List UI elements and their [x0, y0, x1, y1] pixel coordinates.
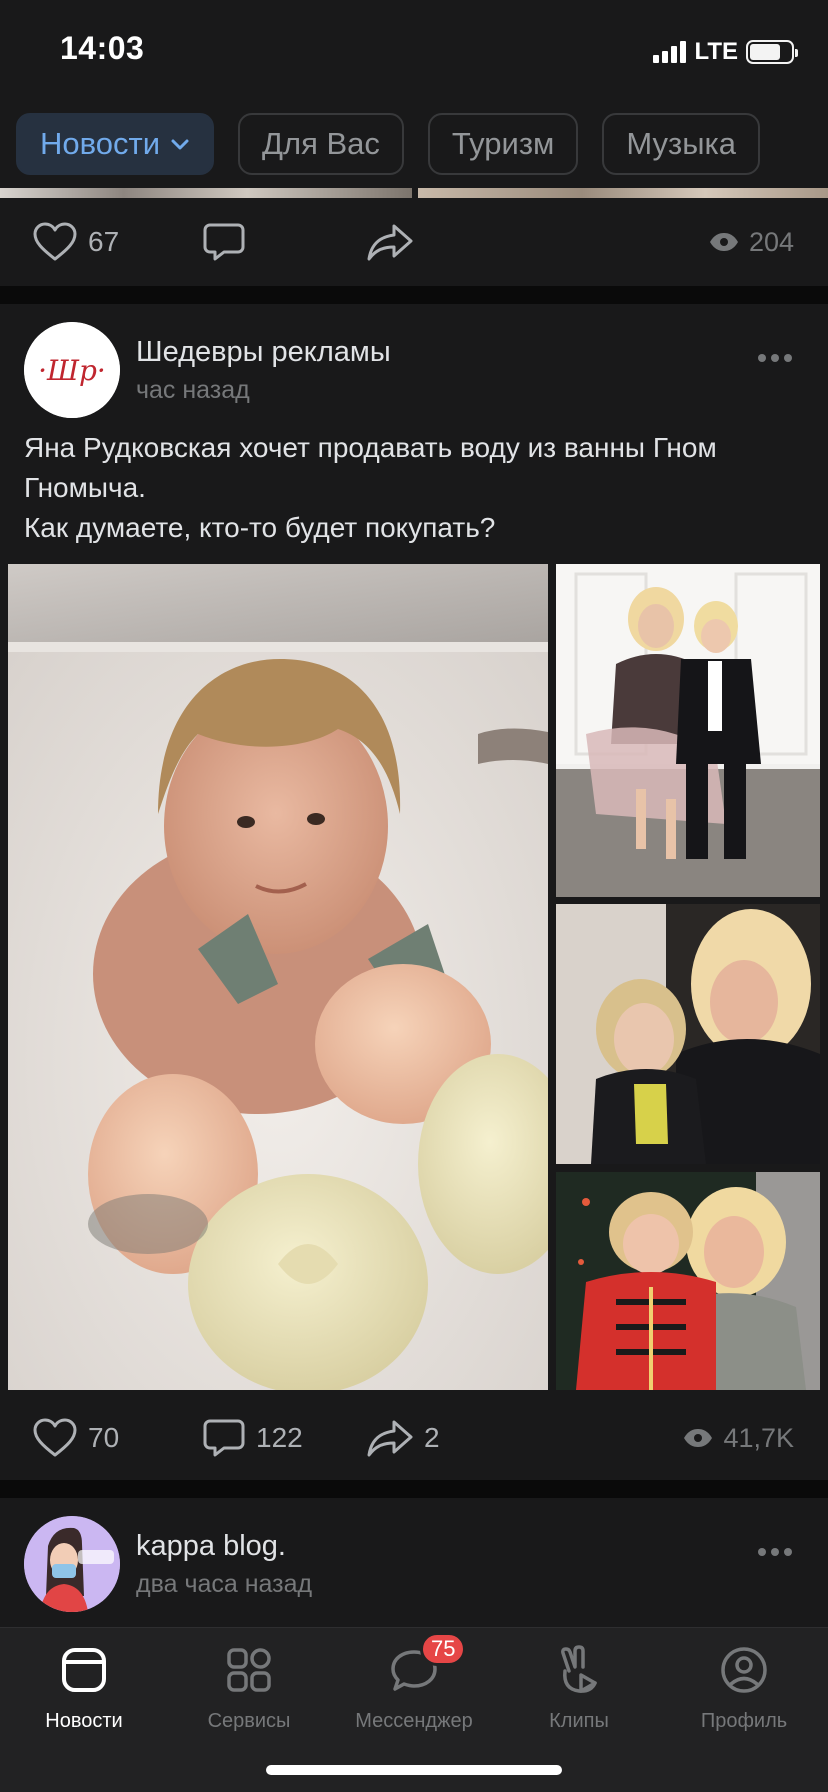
like-button[interactable]: 67 [32, 198, 119, 286]
nav-services[interactable]: Сервисы [169, 1642, 329, 1733]
post-time: час назад [136, 376, 250, 404]
like-count: 70 [88, 1422, 120, 1453]
tab-music[interactable]: Музыка [602, 113, 761, 175]
news-icon [56, 1642, 112, 1698]
heart-icon [33, 222, 77, 261]
more-icon[interactable] [758, 354, 792, 362]
nav-messenger[interactable]: 75 Мессенджер [334, 1632, 494, 1733]
share-button[interactable]: 2 [366, 1394, 440, 1482]
nav-clips[interactable]: Клипы [499, 1642, 659, 1733]
tab-news[interactable]: Новости [16, 113, 215, 175]
avatar[interactable]: ·Шр· [24, 322, 120, 418]
profile-icon [716, 1642, 772, 1698]
nav-label: Сервисы [207, 1710, 291, 1732]
photo [0, 188, 412, 198]
post-text-line: Гномыча. [24, 472, 146, 503]
post-text-line: Как думаете, кто-то будет покупать? [24, 512, 496, 543]
tab-label: Туризм [451, 126, 555, 161]
nav-label: Клипы [549, 1710, 609, 1732]
comment-button[interactable] [202, 198, 246, 286]
battery-icon [746, 40, 798, 64]
post-author[interactable]: Шедевры рекламы [136, 336, 391, 369]
post-photo-main[interactable] [8, 564, 548, 1390]
nav-label: Профиль [700, 1710, 788, 1732]
post-time: два часа назад [136, 1570, 313, 1598]
tab-tourism[interactable]: Туризм [427, 113, 579, 175]
tab-for-you[interactable]: Для Вас [238, 113, 404, 175]
more-icon[interactable] [758, 1548, 792, 1556]
post-text-line: Яна Рудковская хочет продавать воду из в… [24, 432, 717, 463]
post-card: ·Шр· Шедевры рекламы час назад Яна Рудко… [0, 304, 828, 1480]
post-author[interactable]: kappa blog. [136, 1530, 286, 1563]
status-indicators: LTE [653, 38, 798, 66]
avatar[interactable] [24, 1516, 120, 1612]
network-label: LTE [694, 38, 738, 65]
chevron-down-icon [170, 137, 190, 151]
post-photo[interactable] [556, 564, 820, 897]
tab-label: Новости [40, 126, 161, 161]
tab-label: Для Вас [262, 126, 380, 161]
messenger-icon: 75 [386, 1632, 467, 1698]
share-icon [367, 224, 413, 261]
photo [418, 188, 828, 198]
tab-label: Музыка [626, 126, 737, 161]
services-icon [221, 1642, 277, 1698]
comment-button[interactable]: 122 [202, 1394, 303, 1482]
heart-icon [33, 1418, 77, 1457]
share-icon [367, 1420, 413, 1457]
views-count: 204 [748, 226, 794, 257]
post-text: Яна Рудковская хочет продавать воду из в… [24, 428, 804, 548]
post-card: kappa blog. два часа назад [0, 1498, 828, 1638]
share-count: 2 [424, 1422, 440, 1453]
share-button[interactable] [366, 198, 414, 286]
home-indicator[interactable] [266, 1765, 562, 1775]
avatar-logo-text: ·Шр· [38, 354, 106, 387]
unread-badge: 75 [420, 1632, 467, 1666]
eye-icon [684, 1429, 713, 1447]
nav-news[interactable]: Новости [4, 1642, 164, 1733]
views-counter: 204 [709, 198, 794, 286]
eye-icon [709, 233, 738, 251]
comment-icon [203, 1419, 245, 1457]
nav-label: Мессенджер [355, 1710, 473, 1732]
comment-icon [203, 223, 245, 261]
post-photo[interactable] [556, 904, 820, 1164]
feed-tabs: Новости Для Вас Туризм Музыка [0, 100, 828, 188]
nav-profile[interactable]: Профиль [664, 1642, 824, 1733]
like-button[interactable]: 70 [32, 1394, 119, 1482]
status-bar: 14:03 LTE [0, 0, 828, 100]
post-photo[interactable] [556, 1172, 820, 1390]
views-counter: 41,7K [683, 1394, 794, 1482]
comment-count: 122 [256, 1422, 303, 1453]
post-actions: 70 122 2 41,7K [0, 1394, 828, 1482]
nav-label: Новости [45, 1710, 123, 1732]
status-time: 14:03 [60, 30, 145, 66]
views-count: 41,7K [723, 1422, 794, 1453]
previous-post-actions: 67 204 [0, 198, 828, 286]
previous-post-photos[interactable] [0, 188, 828, 198]
signal-icon [653, 41, 687, 63]
like-count: 67 [88, 226, 120, 257]
clips-icon [551, 1642, 607, 1698]
